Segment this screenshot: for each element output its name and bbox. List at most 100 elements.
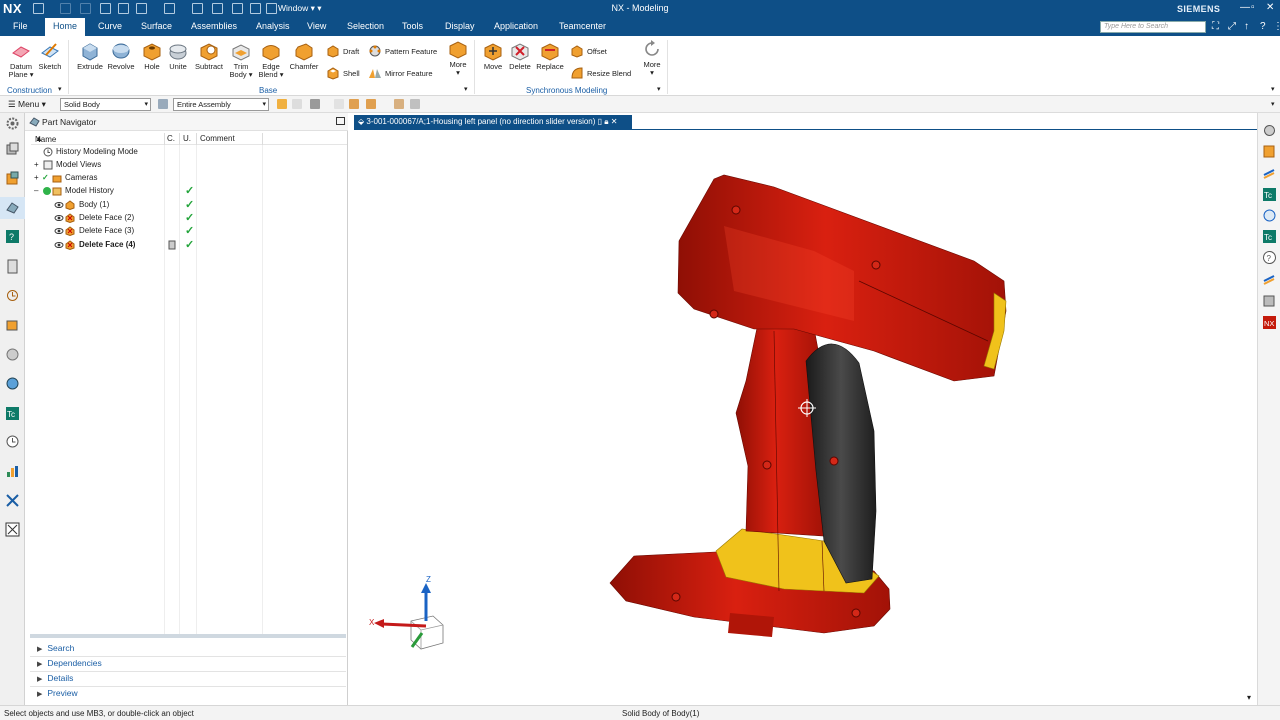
revolve-button[interactable]: Revolve [107,41,135,71]
tab-tools[interactable]: Tools [402,21,423,31]
tab-display[interactable]: Display [445,21,475,31]
model-view[interactable]: Z X [354,131,1257,705]
fullscreen-icon[interactable]: ⛶ [1212,21,1219,32]
select-features-icon[interactable] [277,99,287,109]
pattern-feature-button[interactable]: Pattern Feature [368,44,437,58]
analysis-icon[interactable] [5,464,20,479]
teamcenter-icon[interactable]: Tc [1262,229,1277,244]
maximize-icon[interactable] [336,117,345,125]
resize-blend-button[interactable]: Resize Blend [570,66,631,80]
tab-home[interactable]: Home [45,18,86,36]
overflow-icon[interactable]: ⋮ [1273,21,1280,32]
help-icon[interactable]: ? [1262,250,1277,265]
menu-button[interactable]: ☰ Menu ▾ [8,99,46,110]
base-more-button[interactable]: More ▾ [446,39,470,77]
filter-icon[interactable] [158,99,168,109]
panel-details[interactable]: ▶ Details [37,673,73,683]
globe-icon[interactable] [1262,208,1277,223]
construction-dropdown-icon[interactable]: ▾ [58,85,62,93]
housing-base-tab[interactable] [728,613,774,637]
sync-more-button[interactable]: More ▾ [640,39,664,77]
tree-row-model-views[interactable]: + Model Views [31,159,347,172]
column-uptodate[interactable]: U. [183,134,191,143]
view-triad[interactable]: Z X [369,575,444,650]
expand-icon[interactable]: ⤢ [1228,21,1236,32]
extrude-button[interactable]: Extrude [76,41,104,71]
sketch-button[interactable]: Sketch [37,41,63,71]
selbar-options-icon[interactable]: ▾ [1271,100,1275,108]
arrows-icon[interactable] [1262,271,1277,286]
chamfer-button[interactable]: Chamfer [288,41,320,71]
panel-splitter[interactable] [30,634,346,638]
tree-row-model-history[interactable]: – Model History ✓ [31,185,347,198]
minimize-button[interactable]: — [1240,2,1250,13]
cut-icon[interactable] [100,3,111,14]
teamcenter-icon[interactable]: Tc [5,406,20,421]
datum-plane-button[interactable]: Datum Plane ▾ [6,41,36,79]
history-icon[interactable] [5,288,20,303]
close-tab-icon[interactable]: ✕ [611,117,618,126]
edge-blend-button[interactable]: Edge Blend ▾ [257,41,285,79]
clipboard-icon[interactable] [1262,144,1277,159]
window-icon[interactable] [266,3,277,14]
trim-body-button[interactable]: Trim Body ▾ [228,41,254,79]
subtract-button[interactable]: Subtract [193,41,225,71]
snap-point-icon[interactable] [334,99,344,109]
search-icon[interactable]: ⌕ [1194,21,1200,32]
replace-face-button[interactable]: Replace [535,41,565,71]
offset-region-button[interactable]: Offset [570,44,607,58]
tab-surface[interactable]: Surface [141,21,172,31]
mechatronics-icon[interactable] [5,522,20,537]
command-finder-icon[interactable] [232,3,243,14]
nx-icon[interactable]: NX [1262,315,1277,330]
command-search-input[interactable]: Type Here to Search [1100,21,1206,33]
eye-icon[interactable] [54,226,64,236]
tab-selection[interactable]: Selection [347,21,384,31]
column-name[interactable]: Name ▲ [35,134,56,144]
constraint-navigator-icon[interactable] [5,171,20,186]
tab-teamcenter[interactable]: Teamcenter [559,21,606,31]
arrows-icon[interactable] [1262,165,1277,180]
move-face-button[interactable]: Move [480,41,506,71]
collapse-icon[interactable]: – [34,186,38,195]
column-comment[interactable]: Comment [200,134,235,143]
expand-icon[interactable]: + [34,173,39,182]
snap-end-icon[interactable] [349,99,359,109]
wcs-icon[interactable] [410,99,420,109]
column-current[interactable]: C. [167,134,175,143]
redo-icon[interactable] [80,3,91,14]
tab-analysis[interactable]: Analysis [256,21,290,31]
face-rule-icon[interactable] [310,99,320,109]
selection-scope-select[interactable]: Entire Assembly ▾ [173,98,269,111]
eye-icon[interactable] [54,200,64,210]
expand-icon[interactable]: + [34,160,39,169]
tree-row-delete-face-3[interactable]: Delete Face (3) ✓ [31,225,347,238]
undo-icon[interactable] [60,3,71,14]
tab-curve[interactable]: Curve [98,21,122,31]
clock-icon[interactable] [5,434,20,449]
system-materials-icon[interactable] [5,318,20,333]
help-icon[interactable]: ? [1260,21,1266,32]
snap-mid-icon[interactable] [366,99,376,109]
reuse-library-icon[interactable]: ? [5,229,20,244]
window-menu[interactable]: Window ▾ ▾ [278,3,322,14]
base-dropdown-icon[interactable]: ▾ [464,85,468,93]
repeat-command-icon[interactable] [164,3,175,14]
tab-application[interactable]: Application [494,21,538,31]
gear-tools-icon[interactable] [1262,123,1277,138]
copy-icon[interactable] [118,3,129,14]
process-studio-icon[interactable] [5,347,20,362]
roles-icon[interactable] [5,376,20,391]
tree-row-history-mode[interactable]: History Modeling Mode [31,146,347,159]
tree-row-delete-face-4[interactable]: Delete Face (4) ✓ [31,239,347,252]
restore-button[interactable]: ▫ [1251,2,1255,13]
ribbon-options-icon[interactable]: ▾ [1271,85,1275,93]
settings-gear-icon[interactable] [5,116,20,131]
panel-dependencies[interactable]: ▶ Dependencies [37,658,102,668]
hole-button[interactable]: Hole [140,41,164,71]
assembly-icon[interactable] [1262,293,1277,308]
close-button[interactable]: ✕ [1266,2,1274,13]
assembly-navigator-icon[interactable] [5,142,20,157]
graphics-window[interactable]: Z X ▾ [354,131,1257,705]
graphics-window-tab[interactable]: ⬙ 3-001-000067/A;1-Housing left panel (n… [354,115,632,130]
